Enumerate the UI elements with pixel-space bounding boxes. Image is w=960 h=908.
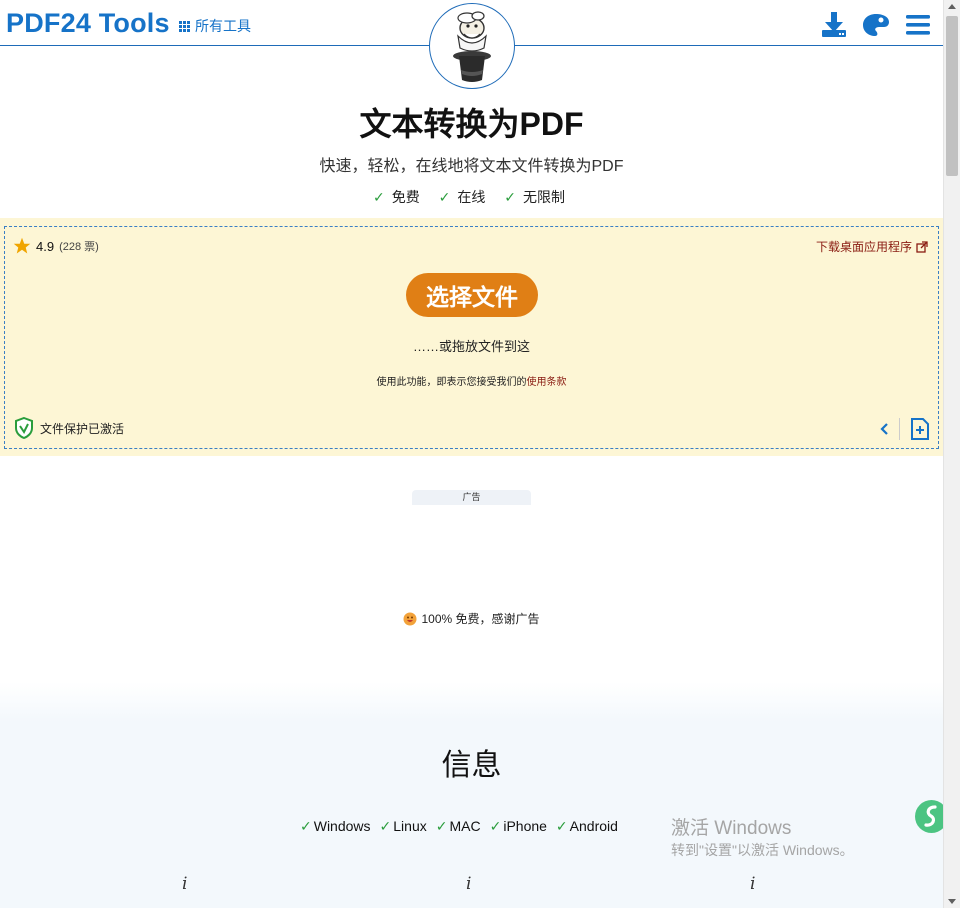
activation-watermark-hint: 转到"设置"以激活 Windows。 xyxy=(671,842,854,858)
download-desktop-app-link[interactable]: 下载桌面应用程序 xyxy=(816,238,928,255)
platform-list: ✓ Windows ✓ Linux ✓ MAC ✓ iPhone ✓ Android xyxy=(300,818,618,835)
terms-notice: 使用此功能，即表示您接受我们的使用条款 xyxy=(5,373,938,388)
all-tools-link[interactable]: 所有工具 xyxy=(179,16,251,36)
platform-item: ✓ Windows xyxy=(300,818,371,834)
check-icon: ✓ xyxy=(300,818,312,834)
scroll-up-arrow-icon[interactable] xyxy=(948,4,956,9)
platform-item: ✓ iPhone xyxy=(489,818,547,834)
rating[interactable]: 4.9 (228 票) xyxy=(13,237,99,255)
panel-tools xyxy=(879,418,930,440)
check-icon: ✓ xyxy=(489,818,502,834)
rating-votes: (228 票) xyxy=(59,241,99,253)
page-title: 文本转换为PDF xyxy=(359,106,584,142)
add-file-icon[interactable] xyxy=(910,418,930,440)
info-icon: i xyxy=(750,874,756,894)
mascot-logo[interactable] xyxy=(429,3,515,89)
info-title: 信息 xyxy=(441,749,502,782)
shield-check-icon xyxy=(15,417,33,439)
star-icon xyxy=(13,237,31,254)
feature-item: ✓ 在线 xyxy=(438,189,486,205)
smiley-icon xyxy=(403,612,417,625)
check-icon: ✓ xyxy=(555,818,568,834)
page-subtitle: 快速，轻松，在线地将文本文件转换为PDF xyxy=(319,158,624,175)
protection-label: 文件保护已激活 xyxy=(40,421,125,436)
file-drop-zone[interactable]: 4.9 (228 票) 下载桌面应用程序 选择文件 ……或拖放文件到这 使用此功… xyxy=(4,226,939,449)
check-icon: ✓ xyxy=(438,189,451,205)
platform-item: ✓ Linux xyxy=(379,818,427,834)
ad-label: 广告 xyxy=(412,490,531,505)
terms-prefix: 使用此功能，即表示您接受我们的 xyxy=(376,377,527,388)
free-note-text: 100% 免费，感谢广告 xyxy=(421,612,540,626)
chevron-left-icon[interactable] xyxy=(879,422,889,436)
divider xyxy=(899,418,900,440)
page: PDF24 Tools 所有工具 文本转换为PDF 快速，轻松，在线地将文本文件… xyxy=(0,0,943,908)
feature-item: ✓ 免费 xyxy=(373,189,420,205)
check-icon: ✓ xyxy=(379,818,392,834)
choose-file-button[interactable]: 选择文件 xyxy=(406,273,538,317)
drop-hint: ……或拖放文件到这 xyxy=(412,339,530,354)
file-protection-status: 文件保护已激活 xyxy=(14,417,124,439)
desktop-link-label: 下载桌面应用程序 xyxy=(815,240,912,254)
activation-watermark-title: 激活 Windows xyxy=(671,818,792,839)
terms-link[interactable]: 使用条款 xyxy=(527,377,567,388)
platform-item: ✓ MAC xyxy=(435,818,481,834)
check-icon: ✓ xyxy=(435,818,448,834)
all-tools-label: 所有工具 xyxy=(195,18,251,34)
header-actions xyxy=(819,11,933,39)
free-thanks-ads: 100% 免费，感谢广告 xyxy=(0,610,943,627)
check-icon: ✓ xyxy=(373,189,385,205)
scroll-down-arrow-icon[interactable] xyxy=(948,899,956,904)
info-icon: i xyxy=(466,874,472,894)
scroll-thumb[interactable] xyxy=(946,16,958,176)
rating-value: 4.9 xyxy=(36,238,55,254)
brand-logo-text[interactable]: PDF24 Tools xyxy=(6,8,170,39)
palette-icon[interactable] xyxy=(861,11,891,39)
upload-section: 4.9 (228 票) 下载桌面应用程序 选择文件 ……或拖放文件到这 使用此功… xyxy=(0,218,943,456)
feature-list: ✓ 免费 ✓ 在线 ✓ 无限制 xyxy=(0,187,943,207)
check-icon: ✓ xyxy=(504,189,516,205)
platform-item: ✓ Android xyxy=(555,818,618,834)
download-desktop-icon[interactable] xyxy=(819,11,849,39)
info-icon: i xyxy=(182,874,188,894)
external-link-icon xyxy=(916,240,928,253)
vertical-scrollbar[interactable] xyxy=(943,0,960,908)
menu-icon[interactable] xyxy=(903,11,933,39)
grid-icon xyxy=(179,20,190,32)
feature-item: ✓ 无限制 xyxy=(504,189,565,205)
